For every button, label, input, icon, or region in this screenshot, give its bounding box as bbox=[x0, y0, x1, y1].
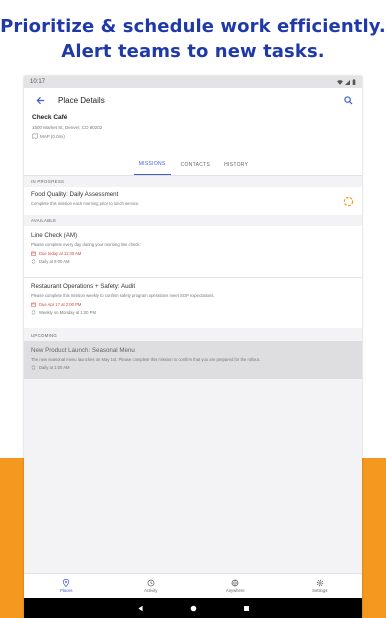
mission-description: Complete this mission each morning prior… bbox=[31, 201, 140, 206]
nav-label: Activity bbox=[144, 588, 158, 593]
tab-history[interactable]: HISTORY bbox=[220, 154, 252, 175]
repeat-row: Daily at 1:00 AM bbox=[31, 365, 355, 370]
bottom-navigation: Places Activity Anywhere Settings bbox=[24, 573, 362, 598]
page-title: Place Details bbox=[58, 95, 105, 105]
repeat-row: Weekly on Monday at 1:00 PM bbox=[31, 310, 355, 315]
progress-spinner-icon bbox=[343, 196, 354, 207]
mission-title: Food Quality: Daily Assessment bbox=[31, 191, 119, 198]
tab-contacts[interactable]: CONTACTS bbox=[177, 154, 215, 175]
headline-line-1: Prioritize & schedule work efficiently. bbox=[0, 16, 386, 37]
status-bar: 10:17 bbox=[24, 76, 362, 88]
tab-missions[interactable]: MISSIONS bbox=[133, 154, 171, 175]
mission-title: Restaurant Operations + Safety: Audit bbox=[31, 283, 136, 290]
headline-line-2: Alert teams to new tasks. bbox=[61, 41, 325, 62]
system-navigation-bar bbox=[24, 598, 362, 618]
app-bar: Place Details bbox=[24, 88, 362, 112]
status-time: 10:17 bbox=[30, 79, 46, 85]
history-icon bbox=[147, 579, 155, 587]
repeat-text: Daily at 1:00 AM bbox=[39, 365, 70, 370]
place-header: Check Café 1500 Market St, Denver, CO 80… bbox=[24, 112, 362, 154]
place-address: 1500 Market St, Denver, CO 80202 bbox=[32, 125, 103, 130]
system-recents-icon[interactable] bbox=[243, 605, 250, 612]
map-icon bbox=[32, 133, 38, 139]
section-available: AVAILABLE bbox=[31, 218, 57, 223]
gear-icon bbox=[316, 579, 323, 587]
tablet-screen: 10:17 Place Details Check Café 1500 Mark… bbox=[24, 76, 362, 618]
mission-card-upcoming[interactable]: New Product Launch: Seasonal Menu The ne… bbox=[24, 341, 362, 379]
mission-description: The new seasonal menu launches on May 1s… bbox=[31, 357, 261, 362]
wifi-icon bbox=[337, 79, 343, 85]
tab-bar: MISSIONS CONTACTS HISTORY bbox=[24, 154, 362, 176]
section-in-progress: IN PROGRESS bbox=[31, 179, 65, 184]
repeat-icon bbox=[31, 310, 36, 315]
signal-icon bbox=[345, 79, 350, 85]
nav-anywhere[interactable]: Anywhere bbox=[205, 579, 265, 593]
globe-icon bbox=[231, 579, 239, 587]
map-link[interactable]: MAP (0.0mi) bbox=[32, 133, 354, 139]
repeat-text: Daily at 9:00 AM bbox=[39, 259, 70, 264]
marketing-headline: Prioritize & schedule work efficiently. … bbox=[0, 14, 386, 64]
mission-title: Line Check (AM) bbox=[31, 232, 78, 239]
back-button[interactable] bbox=[32, 92, 48, 108]
repeat-icon bbox=[31, 365, 36, 370]
mission-card[interactable]: Restaurant Operations + Safety: Audit Pl… bbox=[24, 278, 362, 328]
calendar-icon bbox=[31, 302, 36, 307]
place-name: Check Café bbox=[32, 114, 68, 121]
repeat-text: Weekly on Monday at 1:00 PM bbox=[39, 310, 96, 315]
nav-label: Settings bbox=[312, 588, 328, 593]
search-icon bbox=[343, 95, 353, 105]
search-button[interactable] bbox=[340, 92, 356, 108]
due-text: Due Apr 17 at 2:00 PM bbox=[39, 302, 82, 307]
due-row: Due today at 11:30 AM bbox=[31, 251, 355, 256]
calendar-icon bbox=[31, 251, 36, 256]
due-row: Due Apr 17 at 2:00 PM bbox=[31, 302, 355, 307]
repeat-icon bbox=[31, 259, 36, 264]
mission-description: Please complete this mission weekly to c… bbox=[31, 293, 215, 298]
nav-activity[interactable]: Activity bbox=[121, 579, 181, 593]
system-back-icon[interactable] bbox=[137, 605, 144, 612]
nav-places[interactable]: Places bbox=[36, 579, 96, 593]
arrow-back-icon bbox=[36, 96, 44, 104]
mission-title: New Product Launch: Seasonal Menu bbox=[31, 347, 135, 354]
battery-icon bbox=[352, 79, 356, 85]
nav-label: Anywhere bbox=[225, 588, 245, 593]
mission-description: Please complete every day during your mo… bbox=[31, 242, 141, 247]
location-pin-icon bbox=[63, 579, 70, 587]
nav-label: Places bbox=[59, 588, 73, 593]
due-text: Due today at 11:30 AM bbox=[39, 251, 82, 256]
system-home-icon[interactable] bbox=[190, 605, 197, 612]
mission-card[interactable]: Food Quality: Daily Assessment Complete … bbox=[24, 187, 362, 215]
section-upcoming: UPCOMING bbox=[31, 333, 58, 338]
map-label: MAP (0.0mi) bbox=[40, 133, 65, 139]
repeat-row: Daily at 9:00 AM bbox=[31, 259, 355, 264]
nav-settings[interactable]: Settings bbox=[290, 579, 350, 593]
mission-card[interactable]: Line Check (AM) Please complete every da… bbox=[24, 226, 362, 277]
